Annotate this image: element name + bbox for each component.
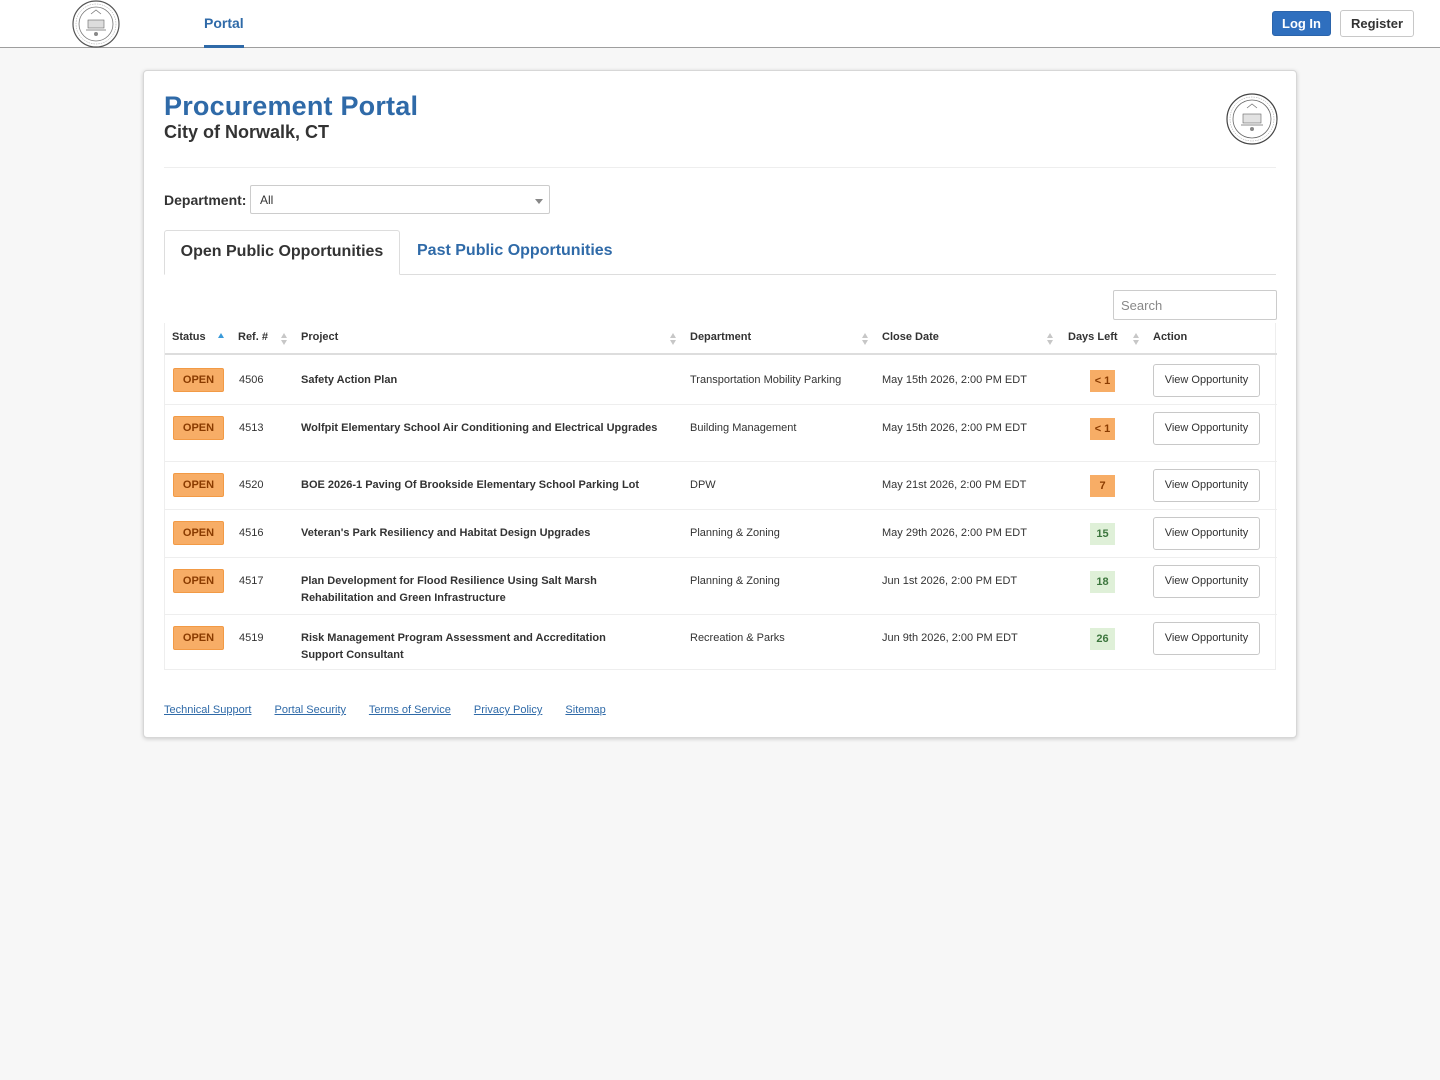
project-name: Risk Management Program Assessment and A…: [301, 632, 606, 661]
procurement-card: Procurement Portal City of Norwalk, CT D…: [143, 70, 1297, 738]
column-header-project[interactable]: Project: [301, 331, 338, 343]
table-row: OPEN 4517 Plan Development for Flood Res…: [165, 558, 1277, 615]
column-header-action: Action: [1153, 331, 1188, 343]
city-seal-icon: [1226, 93, 1278, 145]
ref-number: 4516: [239, 527, 264, 539]
view-opportunity-button[interactable]: View Opportunity: [1153, 565, 1260, 598]
page-subtitle: City of Norwalk, CT: [164, 122, 330, 142]
project-name: Safety Action Plan: [301, 374, 398, 386]
column-header-days-left[interactable]: Days Left: [1068, 331, 1118, 343]
project-name: BOE 2026-1 Paving Of Brookside Elementar…: [301, 479, 640, 491]
department-select[interactable]: All: [250, 185, 550, 214]
days-left-badge: 15: [1090, 523, 1115, 545]
view-opportunity-button[interactable]: View Opportunity: [1153, 517, 1260, 550]
days-left-badge: 26: [1090, 628, 1115, 650]
status-badge: OPEN: [173, 626, 224, 650]
view-opportunity-button[interactable]: View Opportunity: [1153, 622, 1260, 655]
department-name: Planning & Zoning: [690, 575, 780, 587]
top-navbar: Portal Log In Register: [0, 0, 1440, 48]
days-left-badge: 7: [1090, 475, 1115, 497]
days-left-badge: < 1: [1090, 418, 1115, 440]
status-badge: OPEN: [173, 569, 224, 593]
view-opportunity-button[interactable]: View Opportunity: [1153, 364, 1260, 397]
ref-number: 4519: [239, 632, 264, 644]
column-header-status[interactable]: Status: [172, 331, 206, 343]
nav-tab-portal[interactable]: Portal: [204, 0, 244, 48]
page-title: Procurement Portal: [164, 91, 419, 121]
tab-open-opportunities[interactable]: Open Public Opportunities: [164, 230, 400, 275]
city-seal-logo-icon[interactable]: [71, 0, 121, 48]
chevron-down-icon: [535, 199, 543, 204]
ref-number: 4517: [239, 575, 264, 587]
footer-link-sitemap[interactable]: Sitemap: [565, 704, 605, 716]
footer-link-portal-security[interactable]: Portal Security: [275, 704, 347, 716]
table-row: OPEN 4520 BOE 2026-1 Paving Of Brookside…: [165, 462, 1277, 510]
table-header: Status Ref. # Project Department Close D…: [165, 323, 1277, 355]
department-name: Planning & Zoning: [690, 527, 780, 539]
login-button[interactable]: Log In: [1272, 11, 1331, 36]
close-date: Jun 1st 2026, 2:00 PM EDT: [882, 575, 1018, 587]
project-name: Wolfpit Elementary School Air Conditioni…: [301, 422, 658, 434]
sort-icon[interactable]: [670, 333, 677, 346]
table-row: OPEN 4513 Wolfpit Elementary School Air …: [165, 405, 1277, 462]
close-date: May 29th 2026, 2:00 PM EDT: [882, 527, 1027, 539]
ref-number: 4506: [239, 374, 264, 386]
column-header-department[interactable]: Department: [690, 331, 751, 343]
sort-icon[interactable]: [1133, 333, 1140, 346]
department-name: Transportation Mobility Parking: [690, 374, 842, 386]
days-left-badge: < 1: [1090, 370, 1115, 392]
ref-number: 4513: [239, 422, 264, 434]
close-date: Jun 9th 2026, 2:00 PM EDT: [882, 632, 1018, 644]
status-badge: OPEN: [173, 473, 224, 497]
view-opportunity-button[interactable]: View Opportunity: [1153, 412, 1260, 445]
sort-icon[interactable]: [281, 333, 288, 346]
view-opportunity-button[interactable]: View Opportunity: [1153, 469, 1260, 502]
days-left-badge: 18: [1090, 571, 1115, 593]
column-header-close-date[interactable]: Close Date: [882, 331, 939, 343]
column-header-ref[interactable]: Ref. #: [238, 331, 268, 343]
department-label: Department:: [164, 192, 247, 208]
department-name: DPW: [690, 479, 716, 491]
sort-icon[interactable]: [862, 333, 869, 346]
tab-past-opportunities[interactable]: Past Public Opportunities: [417, 230, 613, 274]
department-name: Building Management: [690, 422, 797, 434]
register-button[interactable]: Register: [1340, 10, 1414, 37]
header-divider: [164, 167, 1276, 168]
footer-link-technical-support[interactable]: Technical Support: [164, 704, 251, 716]
footer-link-terms-of-service[interactable]: Terms of Service: [369, 704, 451, 716]
table-row: OPEN 4519 Risk Management Program Assess…: [165, 615, 1277, 670]
sort-asc-icon[interactable]: [218, 333, 225, 346]
footer-link-privacy-policy[interactable]: Privacy Policy: [474, 704, 542, 716]
table-row: OPEN 4506 Safety Action Plan Transportat…: [165, 356, 1277, 405]
status-badge: OPEN: [173, 368, 224, 392]
footer-links: Technical Support Portal Security Terms …: [164, 704, 626, 716]
ref-number: 4520: [239, 479, 264, 491]
search-input[interactable]: [1113, 290, 1277, 320]
status-badge: OPEN: [173, 521, 224, 545]
project-name: Veteran's Park Resiliency and Habitat De…: [301, 527, 591, 539]
sort-icon[interactable]: [1047, 333, 1054, 346]
close-date: May 21st 2026, 2:00 PM EDT: [882, 479, 1027, 491]
department-name: Recreation & Parks: [690, 632, 785, 644]
opportunities-table: Status Ref. # Project Department Close D…: [164, 323, 1277, 670]
close-date: May 15th 2026, 2:00 PM EDT: [882, 374, 1027, 386]
project-name: Plan Development for Flood Resilience Us…: [301, 575, 597, 604]
table-row: OPEN 4516 Veteran's Park Resiliency and …: [165, 510, 1277, 558]
status-badge: OPEN: [173, 416, 224, 440]
department-select-value: All: [260, 193, 274, 207]
close-date: May 15th 2026, 2:00 PM EDT: [882, 422, 1027, 434]
